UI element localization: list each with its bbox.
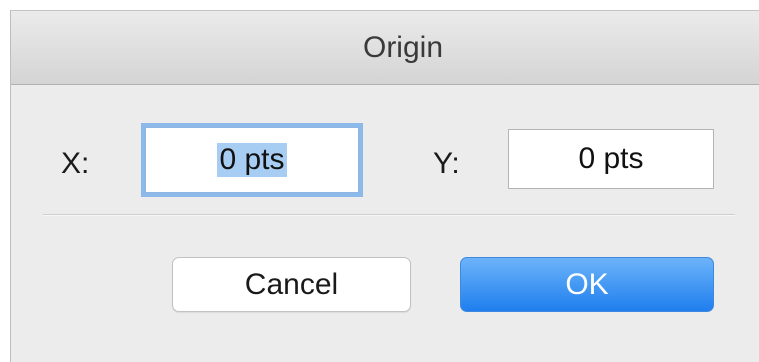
ok-button-label: OK [565, 267, 609, 301]
dialog-title: Origin [362, 30, 444, 64]
y-input[interactable]: 0 pts [508, 129, 714, 189]
y-label: Y: [433, 147, 460, 180]
x-input-value: 0 pts [217, 143, 287, 177]
origin-dialog: Origin X: 0 pts Y: 0 pts Cancel OK [10, 10, 759, 362]
x-label: X: [61, 147, 90, 180]
y-input-value: 0 pts [578, 142, 644, 175]
cancel-button-label: Cancel [244, 267, 339, 301]
cancel-button[interactable]: Cancel [172, 257, 411, 312]
ok-button[interactable]: OK [460, 257, 714, 312]
x-input[interactable]: 0 pts [145, 127, 359, 193]
separator [43, 214, 735, 216]
dialog-titlebar[interactable]: Origin [11, 11, 759, 85]
